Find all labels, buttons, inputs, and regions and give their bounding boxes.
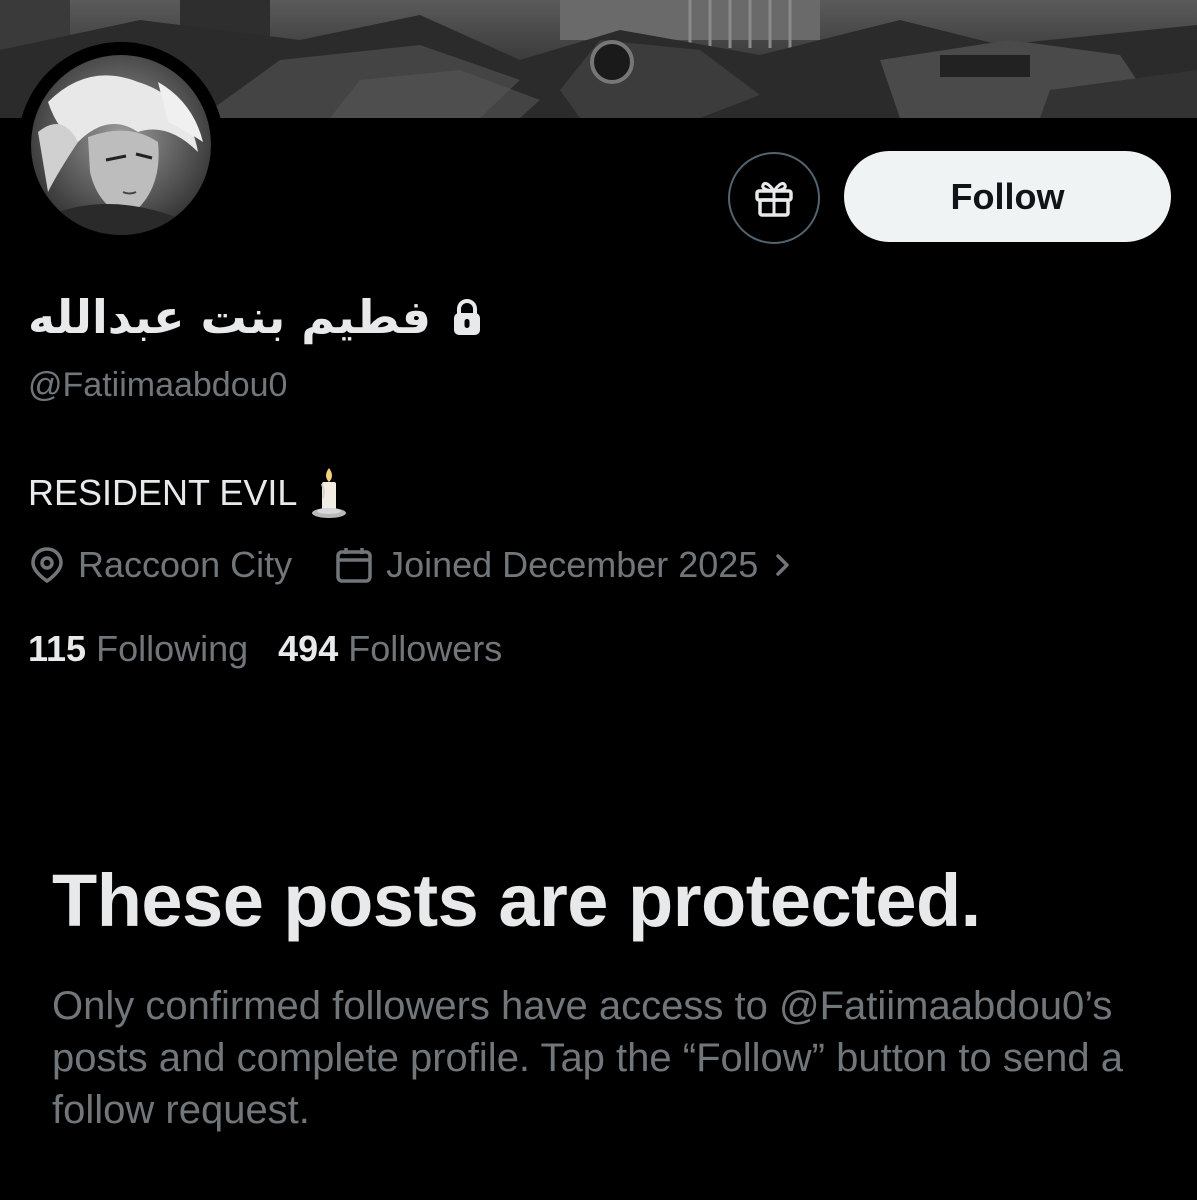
following-stat[interactable]: 115 Following <box>28 628 248 670</box>
following-label: Following <box>96 628 249 669</box>
protected-description: Only confirmed followers have access to … <box>52 984 1123 1132</box>
display-name-row: فطيم بنت عبدالله <box>28 282 485 352</box>
location-pin-icon <box>31 547 63 584</box>
protected-title: These posts are protected. <box>52 859 981 942</box>
gift-button[interactable] <box>728 152 820 244</box>
chevron-right-icon <box>776 554 790 576</box>
calendar-icon <box>336 548 372 583</box>
profile-meta-row: Raccoon City Joined December 2025 <box>28 540 794 590</box>
followers-label: Followers <box>348 628 503 669</box>
following-count: 115 <box>28 628 87 669</box>
followers-count: 494 <box>278 628 339 669</box>
follow-button[interactable]: Follow <box>844 151 1171 242</box>
location-text: Raccoon City <box>78 544 293 585</box>
followers-stat[interactable]: 494 Followers <box>278 628 502 670</box>
candle-icon <box>312 468 347 518</box>
profile-handle: @Fatiimaabdou0 <box>28 366 288 404</box>
joined-item[interactable]: Joined December 2025 <box>334 544 794 586</box>
bio-text: RESIDENT EVIL <box>28 472 298 513</box>
avatar-image <box>18 42 224 248</box>
profile-avatar[interactable] <box>18 42 224 248</box>
location-item: Raccoon City <box>28 544 292 586</box>
lock-icon <box>454 299 481 335</box>
gift-icon <box>755 182 793 217</box>
profile-bio: RESIDENT EVIL <box>28 466 349 520</box>
follow-stats: 115 Following 494 Followers <box>28 628 502 670</box>
display-name: فطيم بنت عبدالله <box>28 290 432 344</box>
joined-text: Joined December 2025 <box>386 544 759 585</box>
